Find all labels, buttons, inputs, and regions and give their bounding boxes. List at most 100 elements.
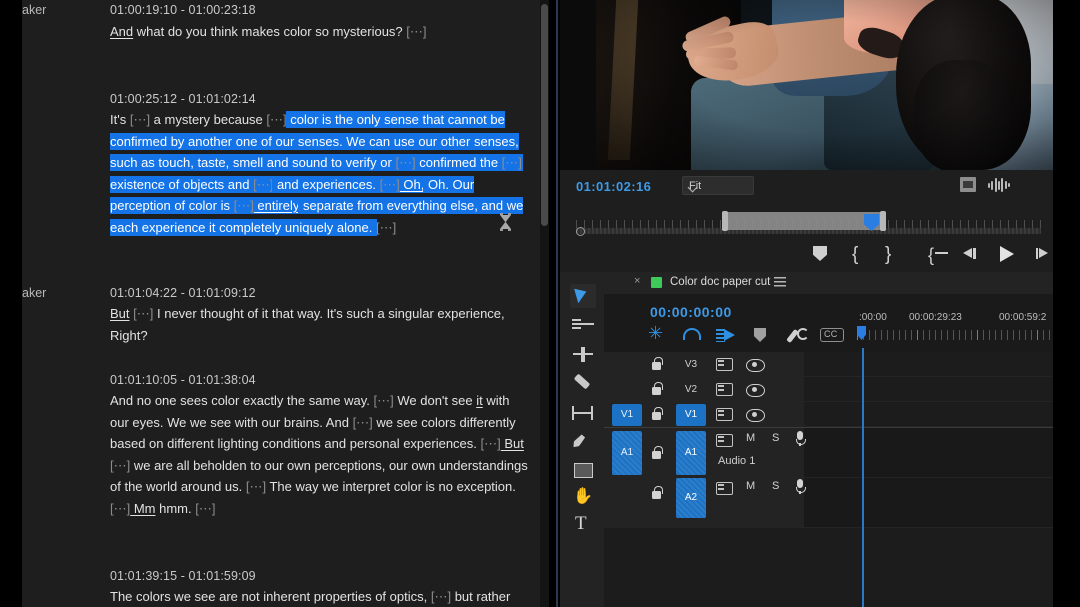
close-icon[interactable]: × (634, 276, 643, 287)
step-forward-icon[interactable] (1030, 246, 1048, 260)
lock-icon[interactable] (650, 407, 663, 421)
transcript-run[interactable]: The colors we see are not inherent prope… (110, 589, 431, 604)
transcript-run[interactable]: what do you think makes color so mysteri… (133, 24, 406, 39)
transcript-run[interactable]: We don't see (394, 393, 476, 408)
transcript-selected-run[interactable]: and experiences. (273, 176, 380, 192)
track-header[interactable]: V1 V1 (604, 402, 804, 426)
transcript-run[interactable]: a mystery because (150, 112, 266, 127)
transcript-word[interactable]: entirely (253, 198, 300, 213)
track-row-v2[interactable]: V2 (604, 377, 1057, 402)
timeline-playhead-line[interactable] (862, 348, 864, 607)
track-row-v3[interactable]: V3 (604, 352, 1057, 377)
pause-marker[interactable]: [⋯] (233, 198, 254, 213)
sync-lock-icon[interactable] (716, 383, 733, 396)
step-back-icon[interactable] (963, 246, 981, 260)
track-output-eye-icon[interactable] (746, 358, 765, 372)
timeline-panel[interactable]: × Color doc paper cut 00:00:00:00 :00:00… (560, 272, 1057, 607)
pause-marker[interactable]: [⋯] (195, 501, 215, 516)
razor-tool[interactable] (570, 374, 596, 398)
transcript-selected-run[interactable]: existence of objects and (110, 176, 254, 192)
type-tool[interactable] (570, 513, 596, 538)
mark-in-icon[interactable] (852, 246, 863, 263)
transcript-run[interactable]: hmm. (156, 501, 196, 516)
track-header[interactable]: A2 M S (604, 478, 806, 527)
pause-marker[interactable]: [⋯] (374, 393, 394, 408)
transcript-run[interactable]: It's (110, 112, 130, 127)
timeline-ruler[interactable]: :00:00 00:00:29:23 00:00:59:2 (857, 312, 1057, 346)
lock-icon[interactable] (650, 446, 663, 460)
mark-out-icon[interactable] (885, 246, 896, 263)
transcript-run[interactable]: And no one sees color exactly the same w… (110, 393, 374, 408)
sync-lock-icon[interactable] (716, 358, 733, 371)
transcript-text[interactable]: And no one sees color exactly the same w… (110, 390, 530, 519)
pause-marker[interactable]: [⋯] (130, 112, 150, 127)
solo-track-button[interactable]: S (772, 432, 779, 444)
pause-marker[interactable]: [⋯] (353, 415, 373, 430)
captions-cc-icon[interactable] (820, 328, 844, 342)
add-marker-icon[interactable] (813, 246, 827, 261)
pause-marker[interactable]: [⋯] (395, 155, 416, 170)
transcript-run[interactable]: I never thought of it that way. It's suc… (110, 306, 505, 343)
track-target-a2[interactable]: A2 (676, 478, 706, 518)
nest-icon[interactable] (648, 323, 666, 344)
track-output-eye-icon[interactable] (746, 383, 765, 397)
transcript-selected-run[interactable]: confirmed the (415, 155, 502, 170)
program-monitor[interactable] (560, 0, 1057, 170)
track-target-v1[interactable]: V1 (676, 404, 706, 426)
timeline-main[interactable]: × Color doc paper cut 00:00:00:00 :00:00… (604, 272, 1057, 607)
lock-icon[interactable] (650, 357, 663, 371)
pause-marker[interactable]: [⋯] (246, 479, 266, 494)
solo-track-button[interactable]: S (772, 480, 779, 492)
lock-icon[interactable] (650, 382, 663, 396)
track-target-v3[interactable]: V3 (676, 354, 706, 376)
transcript-run[interactable]: The way we interpret color is no excepti… (266, 479, 515, 494)
go-to-in-icon[interactable] (928, 245, 948, 266)
source-patch-v1[interactable]: V1 (612, 404, 642, 426)
pause-marker[interactable]: [⋯] (406, 24, 426, 39)
track-header[interactable]: V3 (604, 352, 804, 376)
selection-tool[interactable] (570, 284, 596, 308)
export-frame-icon[interactable] (960, 177, 976, 192)
monitor-time-ruler[interactable] (576, 211, 1041, 234)
marker-icon[interactable] (754, 328, 766, 342)
panel-divider[interactable] (556, 0, 558, 607)
mute-track-button[interactable]: M (746, 432, 755, 444)
transcript-text[interactable]: It's [⋯] a mystery because [⋯] color is … (110, 109, 530, 238)
slip-tool[interactable] (570, 402, 596, 426)
transcript-text[interactable]: But [⋯] I never thought of it that way. … (110, 303, 530, 346)
track-clips-a1[interactable] (804, 428, 1057, 477)
tab-sequence-name[interactable]: Color doc paper cut (670, 276, 770, 288)
track-row-a1[interactable]: A1 A1 M S Audio 1 (604, 428, 1057, 478)
transcript-text[interactable]: And what do you think makes color so mys… (110, 21, 530, 43)
pause-marker[interactable]: [⋯] (376, 220, 396, 235)
track-target-v2[interactable]: V2 (676, 379, 706, 401)
transcript-word[interactable]: And (110, 24, 133, 39)
track-clips-a2[interactable] (804, 478, 1057, 527)
linked-selection-icon[interactable] (716, 328, 736, 344)
pause-marker[interactable]: [⋯] (133, 306, 153, 321)
track-name-a1[interactable]: Audio 1 (718, 455, 755, 467)
pause-marker[interactable]: [⋯] (266, 112, 286, 127)
pen-tool[interactable] (570, 430, 596, 454)
sync-lock-icon[interactable] (716, 408, 733, 421)
track-header[interactable]: V2 (604, 377, 804, 401)
zoom-level-dropdown[interactable]: Fit (682, 176, 754, 195)
track-row-a2[interactable]: A2 M S (604, 478, 1057, 528)
track-output-eye-icon[interactable] (746, 408, 765, 422)
program-timecode[interactable]: 01:01:02:16 (576, 179, 651, 194)
lock-icon[interactable] (650, 486, 663, 500)
rectangle-tool[interactable] (570, 458, 596, 482)
pause-marker[interactable]: [⋯] (431, 589, 451, 604)
work-area-zoom-bar[interactable] (722, 211, 886, 231)
mute-track-button[interactable]: M (746, 480, 755, 492)
hand-tool[interactable] (570, 486, 596, 510)
transcript-panel[interactable]: aker 01:00:19:10 - 01:00:23:18 And what … (22, 0, 540, 607)
transcript-text[interactable]: The colors we see are not inherent prope… (110, 586, 530, 607)
track-clips-v1[interactable] (804, 402, 1057, 426)
track-clips-v3[interactable] (804, 352, 1057, 376)
track-select-forward-tool[interactable] (570, 314, 596, 338)
track-area[interactable]: V3 V2 V1 V1 A1 A1 M S Audio 1 A2 M S (604, 352, 1057, 607)
transcript-word[interactable]: Mm (130, 501, 156, 516)
audio-waveform-icon[interactable] (988, 177, 1011, 193)
sync-lock-icon[interactable] (716, 482, 733, 495)
